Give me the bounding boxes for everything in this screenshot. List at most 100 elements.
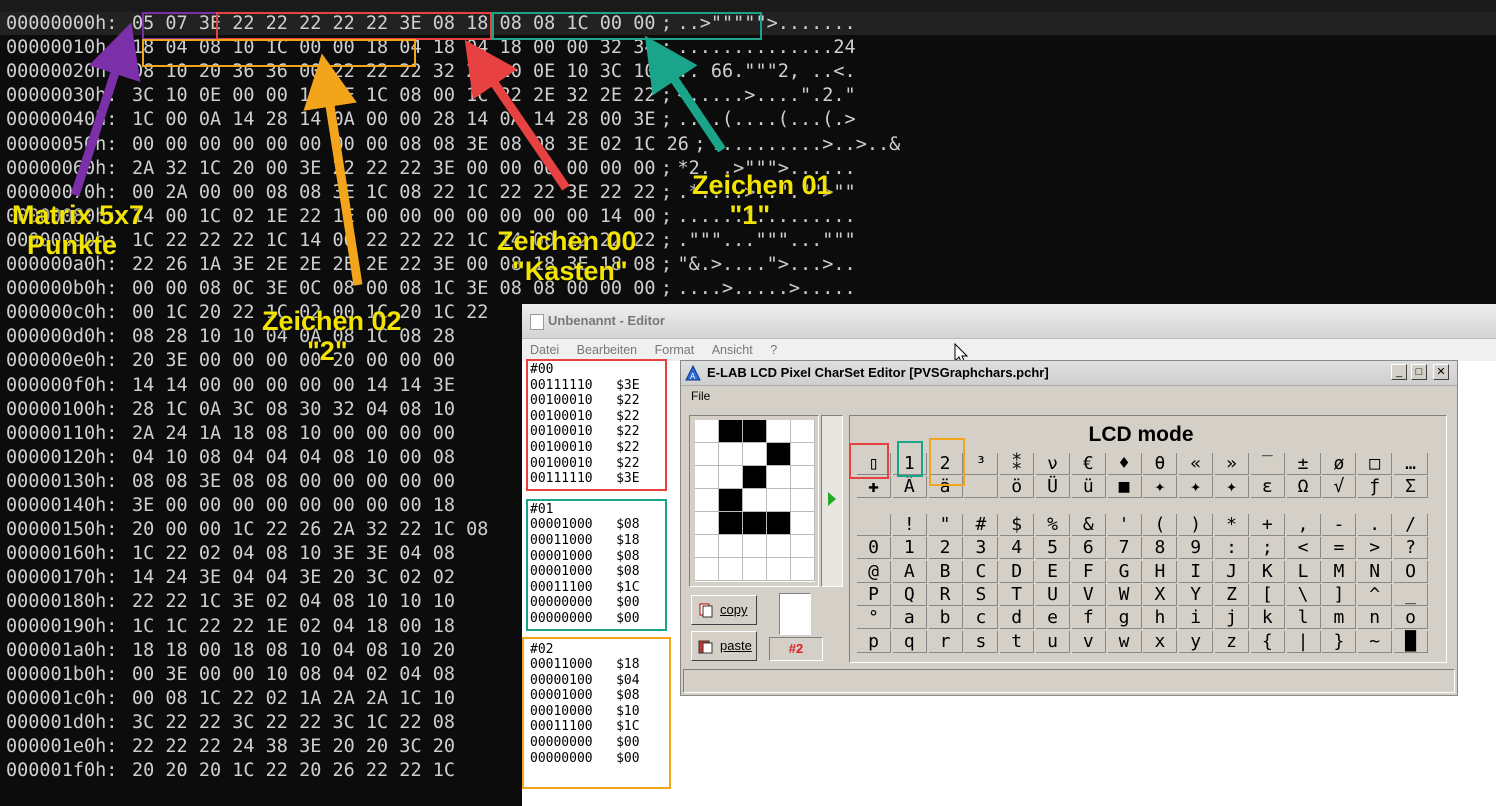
charmap-cell[interactable]: W — [1107, 584, 1142, 606]
pixel-cell[interactable] — [767, 558, 791, 581]
notepad-menu-bearbeiten[interactable]: Bearbeiten — [577, 343, 637, 357]
notepad-menu-format[interactable]: Format — [655, 343, 695, 357]
charmap-cell[interactable]: ° — [857, 607, 891, 630]
charmap-cell[interactable]: ö — [1000, 476, 1035, 499]
charmap-cell[interactable]: 7 — [1107, 537, 1142, 560]
charmap-cell[interactable]: S — [964, 584, 999, 606]
charmap-cell[interactable]: _ — [1394, 584, 1428, 606]
charmap-cell[interactable]: n — [1358, 607, 1393, 630]
charmap-cell[interactable]: θ — [1143, 453, 1178, 475]
charmap-cell[interactable]: ' — [1107, 513, 1142, 536]
charmap-cell[interactable]: H — [1143, 560, 1178, 583]
pixel-cell[interactable] — [719, 535, 743, 558]
charmap-cell[interactable]: / — [1394, 513, 1428, 536]
charmap-cell[interactable] — [857, 513, 891, 536]
pixel-grid[interactable] — [695, 420, 815, 582]
charmap-cell[interactable]: ø — [1322, 453, 1357, 475]
pixel-cell[interactable] — [767, 489, 791, 512]
pixel-cell[interactable] — [695, 535, 719, 558]
charmap-cell[interactable]: * — [1215, 513, 1249, 536]
charmap-cell[interactable]: A — [892, 560, 927, 583]
charmap-cell[interactable]: « — [1179, 453, 1214, 475]
pixel-cell[interactable] — [719, 512, 743, 535]
charmap-cell[interactable]: Q — [892, 584, 927, 606]
paste-button[interactable]: paste — [691, 631, 757, 661]
pixel-cell[interactable] — [695, 466, 719, 489]
charmap-cell[interactable]: L — [1286, 560, 1321, 583]
pixel-cell[interactable] — [791, 489, 815, 512]
copy-button[interactable]: copy — [691, 595, 757, 625]
charmap-cell[interactable]: T — [1000, 584, 1035, 606]
charmap-cell[interactable]: x — [1143, 630, 1178, 653]
pixel-cell[interactable] — [791, 512, 815, 535]
charmap-cell[interactable]: √ — [1322, 476, 1357, 499]
maximize-button[interactable]: □ — [1411, 364, 1427, 380]
charmap-cell[interactable]: Ü — [1036, 476, 1070, 499]
charmap-cell[interactable]: i — [1179, 607, 1214, 630]
pixel-cell[interactable] — [743, 489, 767, 512]
charmap-cell[interactable]: € — [1071, 453, 1106, 475]
charmap-cell[interactable]: X — [1143, 584, 1178, 606]
charmap-cell[interactable]: p — [857, 630, 891, 653]
charmap-cell[interactable]: I — [1179, 560, 1214, 583]
pixel-cell[interactable] — [743, 443, 767, 466]
charmap-cell[interactable]: 8 — [1143, 537, 1178, 560]
charmap-cell[interactable]: O — [1394, 560, 1428, 583]
charmap-cell[interactable]: ‾ — [1250, 453, 1285, 475]
charmap-cell[interactable]: ν — [1036, 453, 1070, 475]
play-arrow-icon[interactable] — [827, 491, 837, 507]
charmap-cell[interactable]: K — [1250, 560, 1285, 583]
charmap-cell[interactable]: F — [1071, 560, 1106, 583]
charmap-cell[interactable]: P — [857, 584, 891, 606]
charmap-cell[interactable]: □ — [1358, 453, 1393, 475]
charmap-cell[interactable]: M — [1322, 560, 1357, 583]
charmap-cell[interactable]: ) — [1179, 513, 1214, 536]
charmap-cell[interactable]: @ — [857, 560, 891, 583]
pixel-cell[interactable] — [719, 466, 743, 489]
charmap-cell[interactable]: # — [964, 513, 999, 536]
pixel-cell[interactable] — [767, 420, 791, 443]
charmap-cell[interactable]: g — [1107, 607, 1142, 630]
charmap-cell[interactable]: k — [1250, 607, 1285, 630]
charmap-cell[interactable] — [964, 476, 999, 499]
charmap-cell[interactable]: █ — [1394, 630, 1428, 653]
charmap-cell[interactable]: 2 — [928, 537, 963, 560]
charmap-cell[interactable]: 4 — [1000, 537, 1035, 560]
pixel-cell[interactable] — [791, 535, 815, 558]
charmap-cell[interactable]: 0 — [857, 537, 891, 560]
charmap-cell[interactable]: Ä — [892, 476, 927, 499]
charmap-cell[interactable]: 5 — [1036, 537, 1070, 560]
pixel-cell[interactable] — [767, 512, 791, 535]
charmap-cell[interactable]: m — [1322, 607, 1357, 630]
charmap-cell[interactable]: 9 — [1179, 537, 1214, 560]
charmap-cell[interactable]: - — [1322, 513, 1357, 536]
charmap-cell[interactable]: ƒ — [1358, 476, 1393, 499]
charmap-cell[interactable]: 6 — [1071, 537, 1106, 560]
notepad-menu-ansicht[interactable]: Ansicht — [712, 343, 753, 357]
charmap-cell[interactable]: Ω — [1286, 476, 1321, 499]
charmap-cell[interactable]: $ — [1000, 513, 1035, 536]
charmap-cell[interactable]: U — [1036, 584, 1070, 606]
charmap-cell[interactable]: » — [1215, 453, 1249, 475]
pixel-cell[interactable] — [695, 558, 719, 581]
charmap-cell[interactable]: f — [1071, 607, 1106, 630]
pixel-cell[interactable] — [767, 443, 791, 466]
charmap-cell[interactable]: 1 — [892, 537, 927, 560]
charmap-cell[interactable]: , — [1286, 513, 1321, 536]
charmap-cell[interactable]: : — [1215, 537, 1249, 560]
charmap-cell[interactable]: r — [928, 630, 963, 653]
charmap-cell[interactable]: t — [1000, 630, 1035, 653]
charmap-cell[interactable]: Z — [1215, 584, 1249, 606]
pixel-cell[interactable] — [767, 535, 791, 558]
charmap-cell[interactable]: > — [1358, 537, 1393, 560]
charmap-cell[interactable]: \ — [1286, 584, 1321, 606]
charmap-cell[interactable]: ; — [1250, 537, 1285, 560]
minimize-button[interactable]: _ — [1391, 364, 1407, 380]
charmap-cell[interactable]: ] — [1322, 584, 1357, 606]
charmap-cell[interactable]: ± — [1286, 453, 1321, 475]
pixel-cell[interactable] — [695, 420, 719, 443]
charmap-cell[interactable]: G — [1107, 560, 1142, 583]
charmap-cell[interactable]: a — [892, 607, 927, 630]
charmap-cell[interactable]: y — [1179, 630, 1214, 653]
pixel-cell[interactable] — [791, 443, 815, 466]
